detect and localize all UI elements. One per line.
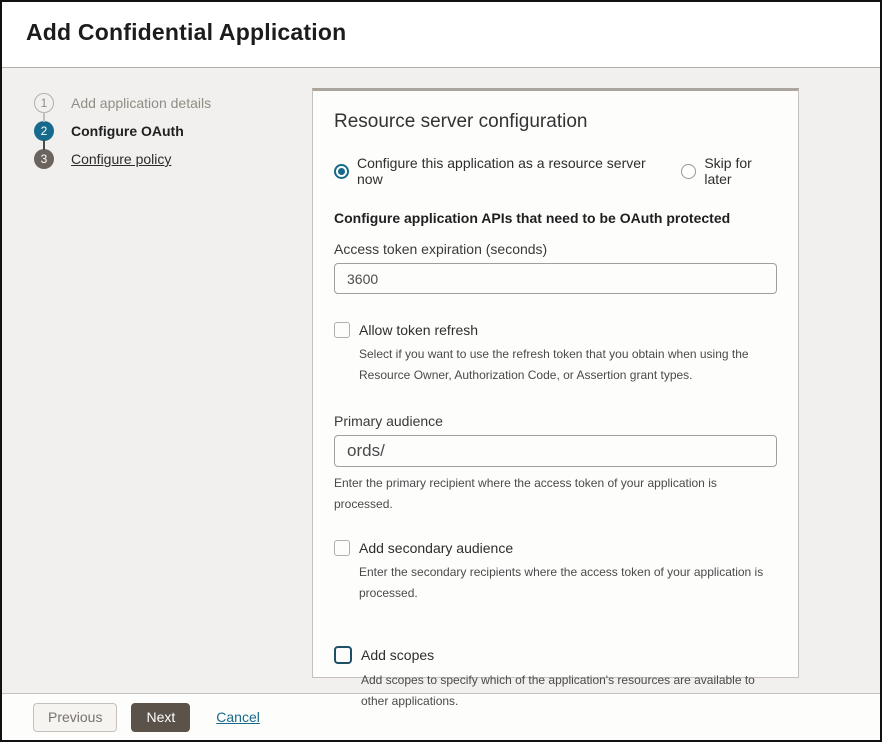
primary-audience-label: Primary audience <box>334 413 777 429</box>
primary-audience-help: Enter the primary recipient where the ac… <box>334 473 766 515</box>
step-2-circle: 2 <box>34 121 54 141</box>
allow-token-refresh-row[interactable]: Allow token refresh <box>334 322 777 338</box>
access-token-expiration-label: Access token expiration (seconds) <box>334 241 777 257</box>
add-scopes-label: Add scopes <box>361 647 434 663</box>
add-secondary-audience-checkbox[interactable] <box>334 540 350 556</box>
step-add-application-details: 1 Add application details <box>34 89 211 117</box>
step-3-circle: 3 <box>34 149 54 169</box>
radio-skip-for-later[interactable]: Skip for later <box>681 155 777 187</box>
add-scopes-checkbox[interactable] <box>334 646 352 664</box>
step-configure-policy[interactable]: 3 Configure policy <box>34 145 211 173</box>
allow-token-refresh-help: Select if you want to use the refresh to… <box>359 344 777 386</box>
add-secondary-audience-label: Add secondary audience <box>359 540 513 556</box>
previous-button[interactable]: Previous <box>33 703 117 732</box>
add-scopes-help: Add scopes to specify which of the appli… <box>361 670 777 712</box>
resource-server-configuration-panel: Resource server configuration Configure … <box>312 88 799 678</box>
add-secondary-audience-row[interactable]: Add secondary audience <box>334 540 777 556</box>
resource-server-radio-group: Configure this application as a resource… <box>334 155 777 187</box>
panel-title: Resource server configuration <box>334 111 777 133</box>
step-connector-1-2 <box>43 112 45 122</box>
access-token-expiration-input[interactable] <box>334 263 777 294</box>
add-secondary-audience-help: Enter the secondary recipients where the… <box>359 562 777 604</box>
page-header: Add Confidential Application <box>2 2 880 68</box>
wizard-steps: 1 Add application details 2 Configure OA… <box>34 89 211 173</box>
radio-configure-now-control[interactable] <box>334 164 349 179</box>
step-1-label: Add application details <box>71 95 211 111</box>
step-2-label: Configure OAuth <box>71 123 184 139</box>
radio-skip-for-later-label: Skip for later <box>704 155 777 187</box>
radio-skip-for-later-control[interactable] <box>681 164 696 179</box>
add-scopes-row[interactable]: Add scopes <box>334 646 777 664</box>
page-title: Add Confidential Application <box>26 19 880 46</box>
allow-token-refresh-label: Allow token refresh <box>359 322 478 338</box>
next-button[interactable]: Next <box>131 703 190 732</box>
step-connector-2-3 <box>43 140 45 150</box>
radio-configure-now[interactable]: Configure this application as a resource… <box>334 155 655 187</box>
primary-audience-input[interactable] <box>334 435 777 467</box>
oauth-protected-heading: Configure application APIs that need to … <box>334 210 777 226</box>
step-configure-oauth: 2 Configure OAuth <box>34 117 211 145</box>
allow-token-refresh-checkbox[interactable] <box>334 322 350 338</box>
radio-configure-now-label: Configure this application as a resource… <box>357 155 655 187</box>
step-1-circle: 1 <box>34 93 54 113</box>
add-confidential-application-window: Add Confidential Application 1 Add appli… <box>0 0 882 742</box>
step-3-link[interactable]: Configure policy <box>71 151 171 167</box>
page-body: 1 Add application details 2 Configure OA… <box>2 68 880 694</box>
cancel-link[interactable]: Cancel <box>216 709 260 725</box>
